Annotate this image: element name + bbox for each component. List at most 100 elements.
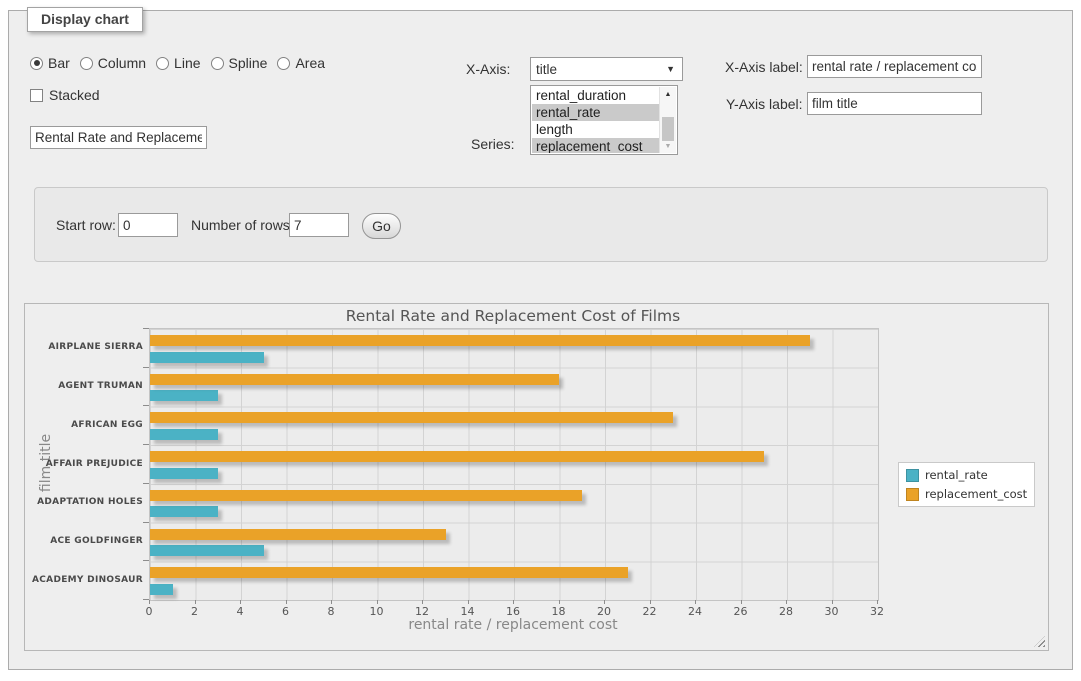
legend-swatch-icon	[906, 469, 919, 482]
series-listbox-items: rental_durationrental_ratelengthreplacem…	[532, 87, 660, 153]
x-tick-label: 4	[237, 605, 244, 618]
radio-icon[interactable]	[30, 57, 43, 70]
radio-label: Column	[98, 55, 146, 71]
panel-title: Display chart	[27, 7, 143, 32]
series-listbox-scrollbar[interactable]: ▲ ▼	[659, 87, 676, 153]
stacked-label: Stacked	[49, 87, 100, 103]
y-tick-label: ADAPTATION HOLES	[26, 497, 143, 507]
chart-legend: rental_rate replacement_cost	[898, 462, 1035, 507]
x-axis-title: rental rate / replacement cost	[149, 617, 877, 633]
y-tick-mark	[143, 483, 149, 484]
x-tick-label: 10	[370, 605, 384, 618]
radio-icon[interactable]	[80, 57, 93, 70]
series-option-rental-rate[interactable]: rental_rate	[532, 104, 660, 121]
bar-replacement-cost	[150, 490, 582, 501]
chart-container: Rental Rate and Replacement Cost of Film…	[24, 303, 1049, 651]
start-row-label: Start row:	[56, 217, 116, 233]
x-tick-label: 26	[734, 605, 748, 618]
x-tick-mark	[604, 600, 605, 604]
x-tick-label: 28	[779, 605, 793, 618]
go-button[interactable]: Go	[362, 213, 401, 239]
chart-title-input[interactable]	[30, 126, 207, 149]
radio-label: Bar	[48, 55, 70, 71]
chart-type-radio-area[interactable]: Area	[277, 55, 325, 71]
x-tick-mark	[377, 600, 378, 604]
number-of-rows-input[interactable]	[289, 213, 349, 237]
series-option-replacement-cost[interactable]: replacement_cost	[532, 138, 660, 153]
radio-label: Area	[295, 55, 325, 71]
chart-resize-handle-icon[interactable]	[1034, 636, 1045, 647]
bar-replacement-cost	[150, 451, 764, 462]
x-tick-mark	[422, 600, 423, 604]
radio-icon[interactable]	[211, 57, 224, 70]
x-tick-label: 2	[191, 605, 198, 618]
page: Display chart Bar Column Line Spline Area St…	[0, 0, 1081, 681]
x-tick-mark	[695, 600, 696, 604]
bar-replacement-cost	[150, 412, 673, 423]
bar-rental-rate	[150, 584, 173, 595]
number-of-rows-label: Number of rows:	[191, 217, 294, 233]
bar-replacement-cost	[150, 529, 446, 540]
series-select-label: Series:	[471, 136, 515, 152]
bar-replacement-cost	[150, 374, 559, 385]
y-tick-label: AGENT TRUMAN	[26, 381, 143, 391]
y-tick-label: AFFAIR PREJUDICE	[26, 459, 143, 469]
bar-rental-rate	[150, 468, 218, 479]
y-tick-label: AFRICAN EGG	[26, 420, 143, 430]
y-tick-mark	[143, 328, 149, 329]
x-tick-mark	[877, 600, 878, 604]
x-tick-mark	[786, 600, 787, 604]
x-tick-label: 20	[597, 605, 611, 618]
chart-plot-area	[149, 328, 879, 601]
x-tick-mark	[286, 600, 287, 604]
y-tick-label: ACE GOLDFINGER	[26, 536, 143, 546]
chart-type-radio-spline[interactable]: Spline	[211, 55, 268, 71]
x-tick-label: 24	[688, 605, 702, 618]
x-tick-label: 30	[825, 605, 839, 618]
dropdown-arrow-icon: ▼	[666, 65, 675, 74]
x-axis-selected-value: title	[536, 62, 557, 77]
x-axis-select[interactable]: title ▼	[530, 57, 683, 81]
y-tick-mark	[143, 522, 149, 523]
scroll-down-icon[interactable]: ▼	[660, 139, 676, 153]
radio-icon[interactable]	[156, 57, 169, 70]
x-tick-mark	[832, 600, 833, 604]
start-row-input[interactable]	[118, 213, 178, 237]
radio-label: Line	[174, 55, 200, 71]
bar-rental-rate	[150, 506, 218, 517]
series-listbox[interactable]: rental_durationrental_ratelengthreplacem…	[530, 85, 678, 155]
radio-icon[interactable]	[277, 57, 290, 70]
bar-rental-rate	[150, 390, 218, 401]
bar-replacement-cost	[150, 335, 810, 346]
chart-type-radio-line[interactable]: Line	[156, 55, 200, 71]
legend-item-replacement-cost: replacement_cost	[906, 487, 1027, 501]
x-tick-mark	[468, 600, 469, 604]
scroll-up-icon[interactable]: ▲	[660, 87, 676, 101]
radio-label: Spline	[229, 55, 268, 71]
y-axis-label-field-label: Y-Axis label:	[726, 96, 803, 112]
x-tick-mark	[149, 600, 150, 604]
x-tick-mark	[513, 600, 514, 604]
y-tick-label: ACADEMY DINOSAUR	[26, 575, 143, 585]
row-range-box: Start row: Number of rows: Go	[34, 187, 1048, 262]
chart-type-radio-column[interactable]: Column	[80, 55, 146, 71]
x-tick-label: 12	[415, 605, 429, 618]
x-tick-mark	[650, 600, 651, 604]
series-option-length[interactable]: length	[532, 121, 660, 138]
x-axis-label-input[interactable]	[807, 55, 982, 78]
scrollbar-thumb[interactable]	[662, 117, 674, 141]
chart-type-radio-bar[interactable]: Bar	[30, 55, 70, 71]
series-option-rental-duration[interactable]: rental_duration	[532, 87, 660, 104]
y-axis-label-input[interactable]	[807, 92, 982, 115]
x-axis-select-label: X-Axis:	[466, 61, 510, 77]
x-tick-label: 14	[461, 605, 475, 618]
x-tick-label: 32	[870, 605, 884, 618]
legend-item-rental-rate: rental_rate	[906, 468, 1027, 482]
chart-title: Rental Rate and Replacement Cost of Film…	[149, 307, 877, 325]
x-tick-mark	[741, 600, 742, 604]
x-axis-label-field-label: X-Axis label:	[725, 59, 803, 75]
x-tick-label: 22	[643, 605, 657, 618]
stacked-checkbox-row[interactable]: Stacked	[30, 87, 100, 103]
stacked-checkbox[interactable]	[30, 89, 43, 102]
legend-label: replacement_cost	[925, 487, 1027, 501]
